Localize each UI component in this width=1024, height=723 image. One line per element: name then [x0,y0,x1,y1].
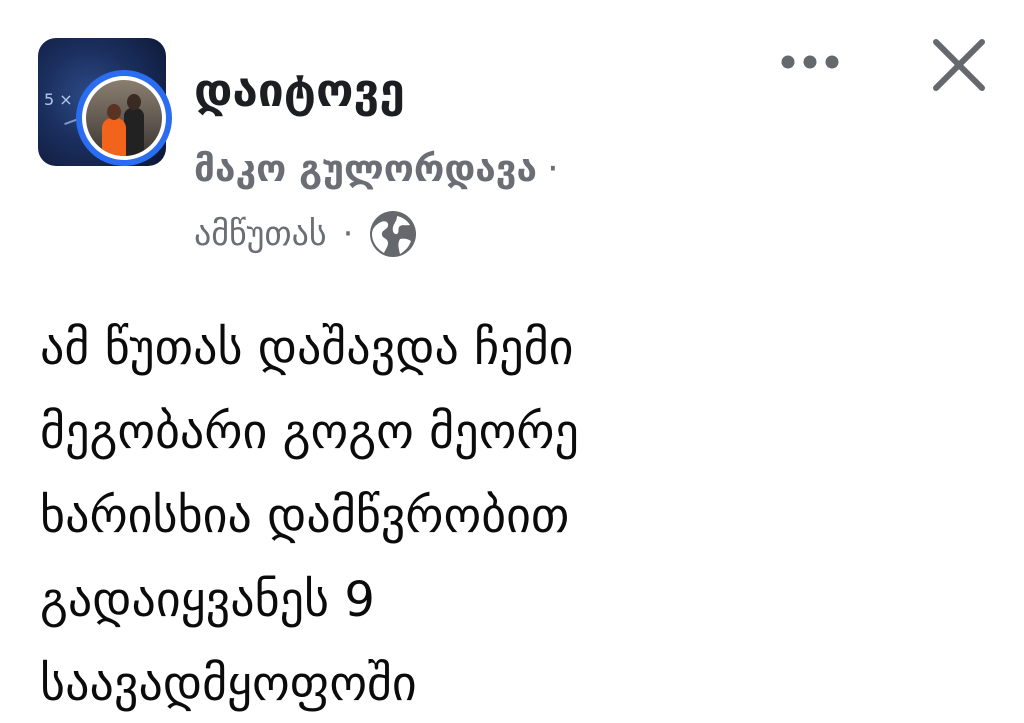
separator-dot: · [342,214,354,254]
post-body: ამ წუთას დაშავდა ჩემი მეგობარი გოგო მეორ… [40,306,1000,723]
photo-figure-orange [102,118,126,156]
post-text-line: ამ წუთას დაშავდა ჩემი [40,320,574,376]
post-text-line: ხარისხია დამწვრობით [40,488,570,544]
photo-figure-dark-head [127,94,141,110]
post-text-line: მეგობარი გოგო მეორე [40,404,579,460]
post-card: 5 × დაიტოვე მაკო გულორდავა · ამწუთას · ა… [0,0,1024,723]
post-text-line: გადაიყვანეს 9 [40,572,375,628]
chalk-writing: 5 × [44,90,73,109]
post-timestamp[interactable]: ამწუთას [194,211,327,257]
author-name-link[interactable]: მაკო გულორდავა [194,147,537,190]
separator-dot: · [547,147,559,190]
globe-icon[interactable] [367,208,419,260]
photo-figure-orange-head [107,104,121,120]
more-options-icon[interactable] [772,44,848,80]
author-avatar[interactable] [76,70,172,166]
post-text-line: საავადმყოფოში [40,656,417,712]
close-icon[interactable] [924,30,994,100]
author-line: მაკო გულორდავა · [194,146,559,192]
author-avatar-photo [86,80,162,156]
post-meta: ამწუთას · [194,208,419,260]
group-name-link[interactable]: დაიტოვე [194,60,405,120]
photo-figure-dark [124,108,144,156]
